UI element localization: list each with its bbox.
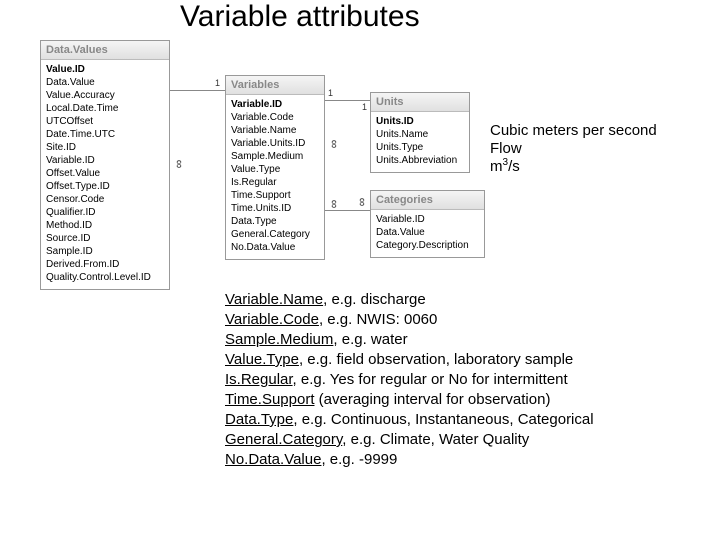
- description-eg: , e.g. water: [333, 331, 407, 348]
- field: Units.Type: [376, 141, 464, 154]
- description-line: No.Data.Value, e.g. -9999: [225, 450, 594, 470]
- field: Date.Time.UTC: [46, 128, 164, 141]
- table-header-units: Units: [371, 93, 469, 112]
- description-term: Time.Support: [225, 391, 314, 408]
- description-term: No.Data.Value: [225, 451, 321, 468]
- field: Value.Type: [231, 163, 319, 176]
- table-categories: Categories Variable.ID Data.Value Catego…: [370, 190, 485, 258]
- field: Sample.Medium: [231, 150, 319, 163]
- table-header-data-values: Data.Values: [41, 41, 169, 60]
- connector: [325, 100, 370, 101]
- field: Offset.Value: [46, 167, 164, 180]
- table-variables: Variables Variable.ID Variable.Code Vari…: [225, 75, 325, 260]
- infinity-icon: ∞: [330, 200, 338, 209]
- cardinality-infinity: ∞: [358, 198, 367, 208]
- description-line: Time.Support (averaging interval for obs…: [225, 390, 594, 410]
- field: Variable.ID: [376, 213, 479, 226]
- connector: [170, 90, 225, 91]
- cardinality-infinity: ∞: [175, 160, 184, 170]
- page-title: Variable attributes: [180, 0, 420, 34]
- field: Source.ID: [46, 232, 164, 245]
- description-line: Is.Regular, e.g. Yes for regular or No f…: [225, 370, 594, 390]
- field: Value.Accuracy: [46, 89, 164, 102]
- description-eg: (averaging interval for observation): [314, 391, 550, 408]
- field: Variable.Code: [231, 111, 319, 124]
- field: Offset.Type.ID: [46, 180, 164, 193]
- units-annotation: Cubic meters per second Flow m3/s: [490, 122, 657, 176]
- field: Units.ID: [376, 115, 464, 128]
- description-term: Variable.Name: [225, 291, 323, 308]
- annotation-line: m3/s: [490, 158, 657, 176]
- table-body-data-values: Value.ID Data.Value Value.Accuracy Local…: [41, 60, 169, 289]
- field: Qualifier.ID: [46, 206, 164, 219]
- cardinality-one: 1: [328, 88, 333, 98]
- cardinality-infinity: ∞: [330, 200, 339, 210]
- table-body-units: Units.ID Units.Name Units.Type Units.Abb…: [371, 112, 469, 172]
- infinity-icon: ∞: [175, 160, 183, 169]
- description-term: Is.Regular: [225, 371, 293, 388]
- description-eg: , e.g. Continuous, Instantaneous, Catego…: [293, 411, 593, 428]
- description-line: General.Category, e.g. Climate, Water Qu…: [225, 430, 594, 450]
- cardinality-one: 1: [362, 102, 367, 112]
- table-header-categories: Categories: [371, 191, 484, 210]
- field: Value.ID: [46, 63, 164, 76]
- infinity-icon: ∞: [330, 140, 338, 149]
- annotation-line: Cubic meters per second: [490, 122, 657, 140]
- table-body-variables: Variable.ID Variable.Code Variable.Name …: [226, 95, 324, 259]
- field: Data.Value: [376, 226, 479, 239]
- description-eg: , e.g. Yes for regular or No for intermi…: [293, 371, 568, 388]
- annotation-unit-s: /s: [508, 158, 520, 175]
- field: Time.Units.ID: [231, 202, 319, 215]
- field: Category.Description: [376, 239, 479, 252]
- cardinality-infinity: ∞: [330, 140, 339, 150]
- field: Quality.Control.Level.ID: [46, 271, 164, 284]
- field: Data.Type: [231, 215, 319, 228]
- connector: [325, 210, 370, 211]
- field: Time.Support: [231, 189, 319, 202]
- description-term: Sample.Medium: [225, 331, 333, 348]
- table-body-categories: Variable.ID Data.Value Category.Descript…: [371, 210, 484, 257]
- field: Sample.ID: [46, 245, 164, 258]
- table-data-values: Data.Values Value.ID Data.Value Value.Ac…: [40, 40, 170, 290]
- description-term: General.Category: [225, 431, 342, 448]
- table-units: Units Units.ID Units.Name Units.Type Uni…: [370, 92, 470, 173]
- descriptions-block: Variable.Name, e.g. discharge Variable.C…: [225, 290, 594, 470]
- field: Variable.Name: [231, 124, 319, 137]
- field: Method.ID: [46, 219, 164, 232]
- field: Local.Date.Time: [46, 102, 164, 115]
- description-term: Data.Type: [225, 411, 293, 428]
- description-line: Variable.Name, e.g. discharge: [225, 290, 594, 310]
- description-line: Variable.Code, e.g. NWIS: 0060: [225, 310, 594, 330]
- cardinality-one: 1: [215, 78, 220, 88]
- description-term: Variable.Code: [225, 311, 319, 328]
- field: Is.Regular: [231, 176, 319, 189]
- field: Units.Abbreviation: [376, 154, 464, 167]
- field: Censor.Code: [46, 193, 164, 206]
- field: Variable.ID: [231, 98, 319, 111]
- description-eg: , e.g. NWIS: 0060: [319, 311, 437, 328]
- table-header-variables: Variables: [226, 76, 324, 95]
- field: UTCOffset: [46, 115, 164, 128]
- field: No.Data.Value: [231, 241, 319, 254]
- description-eg: , e.g. Climate, Water Quality: [342, 431, 529, 448]
- field: Data.Value: [46, 76, 164, 89]
- description-line: Value.Type, e.g. field observation, labo…: [225, 350, 594, 370]
- field: Units.Name: [376, 128, 464, 141]
- annotation-unit-m: m: [490, 158, 503, 175]
- description-line: Sample.Medium, e.g. water: [225, 330, 594, 350]
- description-line: Data.Type, e.g. Continuous, Instantaneou…: [225, 410, 594, 430]
- field: General.Category: [231, 228, 319, 241]
- description-eg: , e.g. -9999: [321, 451, 397, 468]
- field: Variable.Units.ID: [231, 137, 319, 150]
- field: Derived.From.ID: [46, 258, 164, 271]
- annotation-line: Flow: [490, 140, 657, 158]
- field: Site.ID: [46, 141, 164, 154]
- field: Variable.ID: [46, 154, 164, 167]
- description-term: Value.Type: [225, 351, 299, 368]
- infinity-icon: ∞: [358, 198, 366, 207]
- description-eg: , e.g. field observation, laboratory sam…: [299, 351, 573, 368]
- description-eg: , e.g. discharge: [323, 291, 426, 308]
